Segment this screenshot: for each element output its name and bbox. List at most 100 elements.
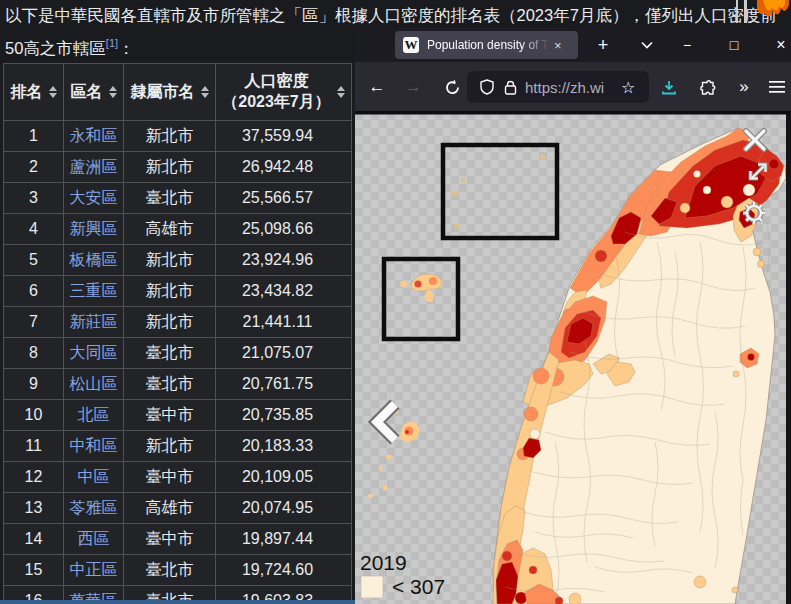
puzzle-piece-icon	[699, 79, 716, 96]
density-table-body: 1永和區新北市37,559.942蘆洲區新北市26,942.483大安區臺北市2…	[4, 121, 352, 604]
district-cell: 中區	[64, 462, 124, 493]
table-row: 14西區臺中市19,897.44	[4, 524, 352, 555]
district-cell: 松山區	[64, 369, 124, 400]
district-link[interactable]: 蘆洲區	[70, 158, 118, 175]
district-link[interactable]: 松山區	[70, 375, 118, 392]
district-link[interactable]: 大同區	[70, 344, 118, 361]
district-link[interactable]: 板橋區	[70, 251, 118, 268]
density-cell: 25,566.57	[216, 183, 352, 214]
rank-cell: 8	[4, 338, 64, 369]
overflow-menu-button[interactable]: »	[731, 62, 757, 112]
table-row: 8 大同區臺北市21,075.07	[4, 338, 352, 369]
firefox-logo-partial	[755, 0, 791, 24]
forward-button[interactable]: →	[399, 62, 427, 112]
window-close-button[interactable]: ×	[767, 28, 791, 62]
intro-line2: 50高之市轄區	[5, 39, 106, 57]
bookmark-star-icon[interactable]: ☆	[621, 78, 635, 97]
district-link[interactable]: 中區	[78, 468, 110, 485]
city-cell: 臺中市	[124, 462, 216, 493]
tab-bar: W Population density of Ta × + − □ ×	[355, 28, 791, 62]
rank-cell: 1	[4, 121, 64, 152]
legend-label: < 307	[392, 575, 445, 598]
header-density[interactable]: 人口密度（2023年7月）	[216, 64, 352, 121]
sort-icon	[49, 86, 57, 98]
city-cell: 高雄市	[124, 493, 216, 524]
header-district[interactable]: 區名	[64, 64, 124, 121]
rank-cell: 11	[4, 431, 64, 462]
rank-cell: 13	[4, 493, 64, 524]
district-link[interactable]: 中正區	[70, 561, 118, 578]
table-row: 9 松山區臺北市20,761.75	[4, 369, 352, 400]
district-link[interactable]: 新興區	[70, 220, 118, 237]
district-link[interactable]: 西區	[78, 530, 110, 547]
back-button[interactable]: ←	[363, 62, 391, 112]
district-cell: 西區	[64, 524, 124, 555]
district-link[interactable]: 新莊區	[70, 313, 118, 330]
rank-cell: 12	[4, 462, 64, 493]
tab-title: Population density of Ta	[427, 38, 552, 52]
maximize-button[interactable]: □	[720, 28, 748, 62]
density-cell: 20,735.85	[216, 400, 352, 431]
district-link[interactable]: 苓雅區	[70, 499, 118, 516]
rank-cell: 6	[4, 276, 64, 307]
city-cell: 臺北市	[124, 338, 216, 369]
extensions-button[interactable]	[693, 62, 721, 112]
minimize-button[interactable]: −	[673, 28, 701, 62]
district-link[interactable]: 北區	[78, 406, 110, 423]
tab-population-density[interactable]: W Population density of Ta ×	[395, 31, 578, 59]
city-cell: 臺中市	[124, 400, 216, 431]
navigation-toolbar: ← → https://zh.wi ☆ »	[355, 62, 791, 112]
district-cell: 板橋區	[64, 245, 124, 276]
taskbar-edge	[0, 600, 356, 604]
district-cell: 大安區	[64, 183, 124, 214]
url-bar[interactable]: https://zh.wi ☆	[467, 71, 649, 103]
header-city[interactable]: 隸屬市名	[124, 64, 216, 121]
legend-year: 2019	[360, 551, 407, 574]
rank-cell: 4	[4, 214, 64, 245]
density-cell: 21,441.11	[216, 307, 352, 338]
app-menu-button[interactable]	[763, 62, 791, 112]
density-cell: 26,942.48	[216, 152, 352, 183]
shield-icon	[479, 79, 495, 95]
lock-icon	[504, 80, 517, 95]
density-cell: 37,559.94	[216, 121, 352, 152]
reference-link[interactable]: [1]	[106, 37, 118, 49]
district-cell: 新興區	[64, 214, 124, 245]
table-row: 11中和區新北市20,183.33	[4, 431, 352, 462]
district-link[interactable]: 三重區	[70, 282, 118, 299]
density-cell: 23,924.96	[216, 245, 352, 276]
background-scrollbar-line	[744, 0, 747, 23]
taiwan-density-map-image[interactable]: 2019 < 307	[355, 112, 791, 604]
density-cell: 25,098.66	[216, 214, 352, 245]
browser-window: W Population density of Ta × + − □ × ← →…	[355, 28, 791, 604]
city-cell: 新北市	[124, 121, 216, 152]
district-link[interactable]: 中和區	[70, 437, 118, 454]
rank-cell: 7	[4, 307, 64, 338]
district-cell: 三重區	[64, 276, 124, 307]
density-table: 排名 區名 隸屬市名 人口密度（2023年7月） 1 永和區新北市37,559.9…	[3, 63, 352, 604]
header-rank[interactable]: 排名	[4, 64, 64, 121]
city-cell: 臺北市	[124, 369, 216, 400]
table-row: 12中區臺中市20,109.05	[4, 462, 352, 493]
url-text: https://zh.wi	[525, 79, 621, 96]
sort-icon	[337, 86, 345, 98]
district-cell: 大同區	[64, 338, 124, 369]
intro-line1: 以下是中華民國各直轄市及市所管轄之「區」根據人口密度的排名表（2023年7月底）…	[5, 1, 791, 29]
district-link[interactable]: 大安區	[70, 189, 118, 206]
city-cell: 新北市	[124, 152, 216, 183]
reload-button[interactable]	[439, 62, 465, 112]
density-cell: 20,761.75	[216, 369, 352, 400]
new-tab-button[interactable]: +	[591, 28, 615, 62]
density-cell: 21,075.07	[216, 338, 352, 369]
reload-icon	[444, 79, 461, 96]
media-viewer: 2019 < 307	[355, 112, 791, 604]
district-link[interactable]: 永和區	[70, 127, 118, 144]
district-cell: 北區	[64, 400, 124, 431]
tab-close-icon[interactable]: ×	[554, 38, 562, 53]
district-cell: 中和區	[64, 431, 124, 462]
tab-list-dropdown[interactable]	[635, 28, 659, 62]
city-cell: 臺北市	[124, 183, 216, 214]
legend-swatch	[361, 576, 383, 598]
rank-cell: 9	[4, 369, 64, 400]
downloads-button[interactable]	[655, 62, 683, 112]
